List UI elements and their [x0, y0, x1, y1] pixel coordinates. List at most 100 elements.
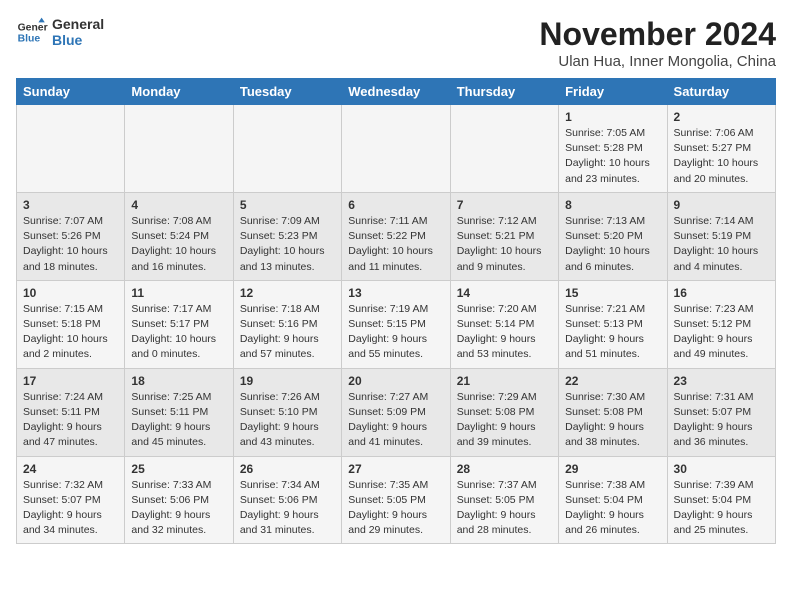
- day-info: Sunrise: 7:27 AM Sunset: 5:09 PM Dayligh…: [348, 390, 443, 451]
- day-cell: 10Sunrise: 7:15 AM Sunset: 5:18 PM Dayli…: [17, 280, 125, 368]
- day-number: 5: [240, 198, 335, 212]
- day-cell: 13 Sunrise: 7:19 AM Sunset: 5:15 PM Dayli…: [342, 280, 450, 368]
- day-info: Sunrise: 7:37 AM Sunset: 5:05 PM Dayligh…: [457, 478, 552, 539]
- day-number: 2: [674, 110, 769, 124]
- day-number: 4: [131, 198, 226, 212]
- day-number: 17: [23, 374, 118, 388]
- day-cell: 28 Sunrise: 7:37 AM Sunset: 5:05 PM Dayli…: [450, 456, 558, 544]
- calendar-table: SundayMondayTuesdayWednesdayThursdayFrid…: [16, 78, 776, 544]
- day-number: 21: [457, 374, 552, 388]
- day-cell: 5 Sunrise: 7:09 AM Sunset: 5:23 PM Daylig…: [233, 192, 341, 280]
- day-info: Sunrise: 7:19 AM Sunset: 5:15 PM Dayligh…: [348, 302, 443, 363]
- day-number: 11: [131, 286, 226, 300]
- day-number: 24: [23, 462, 118, 476]
- day-cell: 25 Sunrise: 7:33 AM Sunset: 5:06 PM Dayli…: [125, 456, 233, 544]
- day-number: 6: [348, 198, 443, 212]
- day-cell: 17 Sunrise: 7:24 AM Sunset: 5:11 PM Dayli…: [17, 368, 125, 456]
- svg-text:General: General: [18, 22, 48, 33]
- day-number: 20: [348, 374, 443, 388]
- day-info: Sunrise: 7:07 AM Sunset: 5:26 PM Dayligh…: [23, 214, 118, 275]
- day-info: Sunrise: 7:06 AM Sunset: 5:27 PM Dayligh…: [674, 126, 769, 187]
- day-info: Sunrise: 7:08 AM Sunset: 5:24 PM Dayligh…: [131, 214, 226, 275]
- day-info: Sunrise: 7:20 AM Sunset: 5:14 PM Dayligh…: [457, 302, 552, 363]
- week-row-1: 1Sunrise: 7:05 AM Sunset: 5:28 PM Daylig…: [17, 105, 776, 193]
- day-info: Sunrise: 7:09 AM Sunset: 5:23 PM Dayligh…: [240, 214, 335, 275]
- day-cell: 23 Sunrise: 7:31 AM Sunset: 5:07 PM Dayli…: [667, 368, 775, 456]
- day-info: Sunrise: 7:31 AM Sunset: 5:07 PM Dayligh…: [674, 390, 769, 451]
- day-info: Sunrise: 7:29 AM Sunset: 5:08 PM Dayligh…: [457, 390, 552, 451]
- day-number: 23: [674, 374, 769, 388]
- day-cell: [450, 105, 558, 193]
- day-number: 7: [457, 198, 552, 212]
- svg-text:Blue: Blue: [18, 34, 41, 45]
- day-number: 30: [674, 462, 769, 476]
- day-info: Sunrise: 7:15 AM Sunset: 5:18 PM Dayligh…: [23, 302, 118, 363]
- week-row-5: 24 Sunrise: 7:32 AM Sunset: 5:07 PM Dayli…: [17, 456, 776, 544]
- day-info: Sunrise: 7:14 AM Sunset: 5:19 PM Dayligh…: [674, 214, 769, 275]
- day-cell: 8Sunrise: 7:13 AM Sunset: 5:20 PM Daylig…: [559, 192, 667, 280]
- location-title: Ulan Hua, Inner Mongolia, China: [539, 53, 776, 70]
- day-cell: 29 Sunrise: 7:38 AM Sunset: 5:04 PM Dayli…: [559, 456, 667, 544]
- day-number: 25: [131, 462, 226, 476]
- day-number: 15: [565, 286, 660, 300]
- day-cell: 19 Sunrise: 7:26 AM Sunset: 5:10 PM Dayli…: [233, 368, 341, 456]
- day-number: 27: [348, 462, 443, 476]
- header-cell-saturday: Saturday: [667, 79, 775, 105]
- day-cell: 18Sunrise: 7:25 AM Sunset: 5:11 PM Dayli…: [125, 368, 233, 456]
- day-cell: [17, 105, 125, 193]
- day-cell: 12 Sunrise: 7:18 AM Sunset: 5:16 PM Dayli…: [233, 280, 341, 368]
- day-info: Sunrise: 7:35 AM Sunset: 5:05 PM Dayligh…: [348, 478, 443, 539]
- day-cell: 26Sunrise: 7:34 AM Sunset: 5:06 PM Dayli…: [233, 456, 341, 544]
- day-cell: 22 Sunrise: 7:30 AM Sunset: 5:08 PM Dayli…: [559, 368, 667, 456]
- page-header: General Blue General Blue November 2024 …: [16, 16, 776, 70]
- day-info: Sunrise: 7:21 AM Sunset: 5:13 PM Dayligh…: [565, 302, 660, 363]
- day-info: Sunrise: 7:38 AM Sunset: 5:04 PM Dayligh…: [565, 478, 660, 539]
- day-number: 3: [23, 198, 118, 212]
- day-cell: 24 Sunrise: 7:32 AM Sunset: 5:07 PM Dayli…: [17, 456, 125, 544]
- header-cell-sunday: Sunday: [17, 79, 125, 105]
- day-number: 12: [240, 286, 335, 300]
- day-info: Sunrise: 7:24 AM Sunset: 5:11 PM Dayligh…: [23, 390, 118, 451]
- logo: General Blue General Blue: [16, 16, 104, 48]
- day-cell: 15 Sunrise: 7:21 AM Sunset: 5:13 PM Dayli…: [559, 280, 667, 368]
- week-row-3: 10Sunrise: 7:15 AM Sunset: 5:18 PM Dayli…: [17, 280, 776, 368]
- header-cell-friday: Friday: [559, 79, 667, 105]
- day-cell: 7 Sunrise: 7:12 AM Sunset: 5:21 PM Daylig…: [450, 192, 558, 280]
- day-info: Sunrise: 7:18 AM Sunset: 5:16 PM Dayligh…: [240, 302, 335, 363]
- day-info: Sunrise: 7:30 AM Sunset: 5:08 PM Dayligh…: [565, 390, 660, 451]
- day-number: 29: [565, 462, 660, 476]
- month-title: November 2024: [539, 16, 776, 53]
- day-info: Sunrise: 7:23 AM Sunset: 5:12 PM Dayligh…: [674, 302, 769, 363]
- day-cell: 14 Sunrise: 7:20 AM Sunset: 5:14 PM Dayli…: [450, 280, 558, 368]
- day-number: 26: [240, 462, 335, 476]
- logo-line2: Blue: [52, 32, 104, 48]
- header-cell-tuesday: Tuesday: [233, 79, 341, 105]
- title-area: November 2024 Ulan Hua, Inner Mongolia, …: [539, 16, 776, 70]
- day-number: 16: [674, 286, 769, 300]
- day-number: 14: [457, 286, 552, 300]
- day-info: Sunrise: 7:32 AM Sunset: 5:07 PM Dayligh…: [23, 478, 118, 539]
- day-number: 19: [240, 374, 335, 388]
- day-number: 22: [565, 374, 660, 388]
- day-info: Sunrise: 7:33 AM Sunset: 5:06 PM Dayligh…: [131, 478, 226, 539]
- day-cell: 9 Sunrise: 7:14 AM Sunset: 5:19 PM Daylig…: [667, 192, 775, 280]
- day-number: 13: [348, 286, 443, 300]
- week-row-2: 3 Sunrise: 7:07 AM Sunset: 5:26 PM Daylig…: [17, 192, 776, 280]
- day-number: 28: [457, 462, 552, 476]
- day-number: 9: [674, 198, 769, 212]
- day-info: Sunrise: 7:26 AM Sunset: 5:10 PM Dayligh…: [240, 390, 335, 451]
- header-cell-thursday: Thursday: [450, 79, 558, 105]
- day-cell: [125, 105, 233, 193]
- day-cell: 20 Sunrise: 7:27 AM Sunset: 5:09 PM Dayli…: [342, 368, 450, 456]
- day-cell: 30Sunrise: 7:39 AM Sunset: 5:04 PM Dayli…: [667, 456, 775, 544]
- day-cell: 4 Sunrise: 7:08 AM Sunset: 5:24 PM Daylig…: [125, 192, 233, 280]
- logo-icon: General Blue: [16, 16, 48, 48]
- day-info: Sunrise: 7:12 AM Sunset: 5:21 PM Dayligh…: [457, 214, 552, 275]
- day-cell: 27 Sunrise: 7:35 AM Sunset: 5:05 PM Dayli…: [342, 456, 450, 544]
- day-cell: 21 Sunrise: 7:29 AM Sunset: 5:08 PM Dayli…: [450, 368, 558, 456]
- day-cell: 16 Sunrise: 7:23 AM Sunset: 5:12 PM Dayli…: [667, 280, 775, 368]
- day-cell: [233, 105, 341, 193]
- day-info: Sunrise: 7:17 AM Sunset: 5:17 PM Dayligh…: [131, 302, 226, 363]
- day-cell: 3 Sunrise: 7:07 AM Sunset: 5:26 PM Daylig…: [17, 192, 125, 280]
- day-cell: 1Sunrise: 7:05 AM Sunset: 5:28 PM Daylig…: [559, 105, 667, 193]
